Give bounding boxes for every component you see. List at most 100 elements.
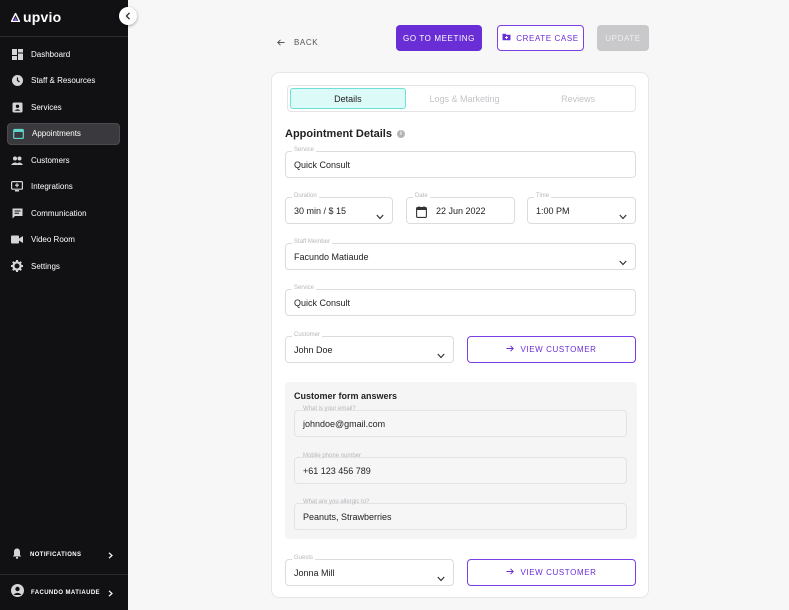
sidebar-divider	[0, 36, 128, 37]
create-case-label: CREATE CASE	[516, 33, 579, 43]
guests-select[interactable]: Guests Jonna Mill	[285, 555, 454, 587]
time-select[interactable]: Time 1:00 PM	[527, 193, 636, 225]
customer-form-answers: Customer form answers What is your email…	[285, 382, 637, 539]
integrations-icon	[11, 181, 23, 193]
sidebar-item-appointments[interactable]: Appointments	[7, 122, 120, 145]
calendar-icon	[12, 128, 24, 140]
email-question-label: What is your email?	[303, 406, 356, 412]
sidebar-item-label: Video Room	[31, 235, 75, 244]
sidebar: upvio Dashboard Staff & Resources Servic…	[0, 0, 128, 610]
arrow-right-icon	[506, 568, 515, 577]
notifications-item[interactable]: NOTIFICATIONS	[0, 546, 128, 564]
go-to-meeting-button[interactable]: GO TO MEETING	[396, 25, 482, 51]
chevron-down-icon	[619, 207, 627, 225]
tab-bar: Details Logs & Marketing Reviews	[287, 85, 636, 112]
update-button[interactable]: UPDATE	[597, 25, 649, 51]
sidebar-item-settings[interactable]: Settings	[7, 255, 120, 277]
allergy-answer-value: Peanuts, Strawberries	[303, 512, 392, 522]
sidebar-item-video-room[interactable]: Video Room	[7, 229, 120, 251]
folder-icon	[502, 33, 511, 43]
avatar-icon	[11, 584, 24, 602]
email-answer-value: johndoe@gmail.com	[303, 419, 386, 429]
date-label: Date	[413, 193, 430, 199]
phone-answer-field[interactable]: Mobile phone number +61 123 456 789	[294, 453, 627, 484]
chevron-right-icon	[108, 546, 113, 564]
date-field[interactable]: Date 22 Jun 2022	[406, 193, 515, 224]
phone-question-label: Mobile phone number	[303, 453, 362, 459]
bell-icon	[12, 546, 22, 564]
calendar-icon	[416, 205, 427, 223]
sidebar-item-label: Settings	[31, 261, 60, 271]
brand-logo[interactable]: upvio	[11, 9, 61, 25]
collapse-sidebar-button[interactable]	[119, 7, 137, 25]
user-name: FACUNDO MATIAUDE	[31, 590, 100, 596]
arrow-right-icon	[506, 345, 515, 354]
guests-label: Guests	[292, 555, 316, 561]
sidebar-item-label: Appointments	[32, 129, 81, 138]
chevron-down-icon	[437, 569, 445, 587]
duration-select[interactable]: Duration 30 min / $ 15	[285, 193, 393, 225]
create-case-button[interactable]: CREATE CASE	[497, 25, 584, 51]
allergy-question-label: What are you allergic to?	[303, 499, 370, 505]
chat-icon	[11, 207, 23, 219]
service-label: Service	[292, 147, 317, 153]
duration-label: Duration	[292, 193, 319, 199]
tab-details[interactable]: Details	[290, 88, 406, 109]
phone-answer-value: +61 123 456 789	[303, 466, 371, 476]
view-customer-label: VIEW CUSTOMER	[520, 345, 597, 354]
sidebar-item-label: Dashboard	[31, 49, 71, 59]
sidebar-item-customers[interactable]: Customers	[7, 149, 120, 171]
staff-member-label: Staff Member	[292, 239, 332, 245]
brand-name: upvio	[23, 9, 62, 25]
back-button[interactable]: BACK	[277, 33, 318, 51]
customer-value: John Doe	[294, 345, 333, 355]
email-answer-field[interactable]: What is your email? johndoe@gmail.com	[294, 406, 627, 437]
sidebar-item-label: Customers	[31, 155, 70, 165]
chevron-right-icon	[108, 584, 113, 602]
service-label: Service	[292, 285, 317, 291]
service-field[interactable]: Service Quick Consult	[285, 147, 636, 178]
gear-icon	[11, 260, 23, 272]
view-customer-label: VIEW CUSTOMER	[520, 568, 597, 577]
sidebar-item-dashboard[interactable]: Dashboard	[7, 43, 120, 65]
arrow-left-icon	[277, 33, 285, 51]
people-icon	[11, 154, 23, 166]
user-menu[interactable]: FACUNDO MATIAUDE	[0, 584, 128, 602]
staff-member-value: Facundo Matiaude	[294, 252, 369, 262]
service-field-2[interactable]: Service Quick Consult	[285, 285, 636, 316]
date-value: 22 Jun 2022	[436, 206, 486, 216]
sidebar-item-label: Staff & Resources	[31, 76, 96, 85]
view-guest-customer-button[interactable]: VIEW CUSTOMER	[467, 559, 636, 586]
staff-member-select[interactable]: Staff Member Facundo Matiaude	[285, 239, 636, 271]
clock-icon	[11, 75, 23, 87]
services-icon	[11, 101, 23, 113]
chevron-down-icon	[376, 207, 384, 225]
appointment-details-title: Appointment Details	[285, 128, 392, 140]
info-icon[interactable]: i	[396, 130, 405, 138]
customer-label: Customer	[292, 332, 323, 338]
video-icon	[11, 234, 23, 246]
chevron-down-icon	[619, 253, 627, 271]
allergy-answer-field[interactable]: What are you allergic to? Peanuts, Straw…	[294, 499, 627, 530]
chevron-left-icon	[125, 7, 131, 25]
form-title: Customer form answers	[294, 391, 398, 401]
service-value: Quick Consult	[294, 160, 351, 170]
tab-reviews[interactable]: Reviews	[521, 86, 635, 111]
sidebar-item-communication[interactable]: Communication	[7, 202, 120, 224]
chevron-down-icon	[437, 346, 445, 364]
duration-value: 30 min / $ 15	[294, 206, 347, 216]
time-label: Time	[534, 193, 552, 199]
sidebar-item-services[interactable]: Services	[7, 96, 120, 118]
section-title: Appointment Details i	[285, 128, 405, 140]
customer-select[interactable]: Customer John Doe	[285, 332, 454, 364]
sidebar-nav: Dashboard Staff & Resources Services App…	[0, 43, 128, 282]
sidebar-divider	[0, 574, 128, 575]
tab-logs-marketing[interactable]: Logs & Marketing	[408, 86, 522, 111]
view-customer-button[interactable]: VIEW CUSTOMER	[467, 336, 636, 363]
guests-value: Jonna Mill	[294, 568, 335, 578]
sidebar-item-label: Integrations	[31, 182, 73, 191]
sidebar-item-label: Services	[31, 102, 62, 112]
sidebar-item-staff-resources[interactable]: Staff & Resources	[7, 70, 120, 92]
sidebar-item-integrations[interactable]: Integrations	[7, 176, 120, 198]
back-label: BACK	[294, 37, 319, 47]
